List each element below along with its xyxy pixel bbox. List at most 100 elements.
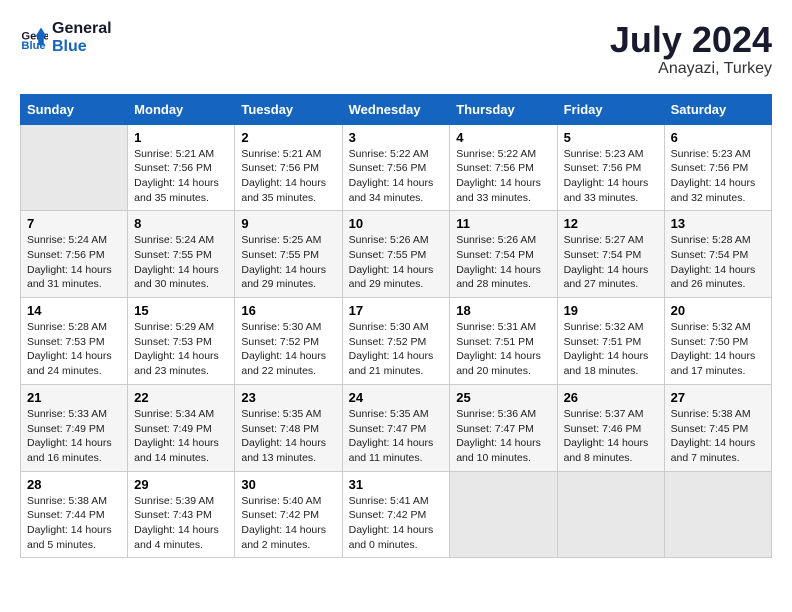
calendar-cell: 31Sunrise: 5:41 AMSunset: 7:42 PMDayligh… [342, 471, 450, 558]
cell-info: Sunrise: 5:21 AMSunset: 7:56 PMDaylight:… [241, 147, 335, 206]
day-number: 16 [241, 303, 335, 318]
day-number: 26 [564, 390, 658, 405]
day-number: 31 [349, 477, 444, 492]
calendar-cell: 12Sunrise: 5:27 AMSunset: 7:54 PMDayligh… [557, 211, 664, 298]
header-saturday: Saturday [664, 94, 771, 124]
week-row-2: 7 Sunrise: 5:24 AMSunset: 7:56 PMDaylight… [21, 211, 772, 298]
header-monday: Monday [128, 94, 235, 124]
day-number: 10 [349, 216, 444, 231]
day-number: 18 [456, 303, 550, 318]
cell-info: Sunrise: 5:21 AMSunset: 7:56 PMDaylight:… [134, 147, 228, 206]
calendar-cell: 22Sunrise: 5:34 AMSunset: 7:49 PMDayligh… [128, 384, 235, 471]
cell-info: Sunrise: 5:24 AMSunset: 7:56 PMDaylight:… [27, 233, 121, 292]
cell-info: Sunrise: 5:28 AMSunset: 7:54 PMDaylight:… [671, 233, 765, 292]
page-header: General Blue General Blue July 2024 Anay… [20, 20, 772, 78]
logo-blue: Blue [52, 38, 112, 56]
calendar-cell: 15 Sunrise: 5:29 AMSunset: 7:53 PMDayligh… [128, 298, 235, 385]
week-row-1: 1 Sunrise: 5:21 AMSunset: 7:56 PMDaylight… [21, 124, 772, 211]
calendar-cell [664, 471, 771, 558]
day-number: 4 [456, 130, 550, 145]
cell-info: Sunrise: 5:35 AMSunset: 7:47 PMDaylight:… [349, 407, 444, 466]
cell-info: Sunrise: 5:22 AMSunset: 7:56 PMDaylight:… [349, 147, 444, 206]
day-number: 23 [241, 390, 335, 405]
calendar-cell: 9Sunrise: 5:25 AMSunset: 7:55 PMDaylight… [235, 211, 342, 298]
day-number: 1 [134, 130, 228, 145]
day-number: 30 [241, 477, 335, 492]
calendar-cell [21, 124, 128, 211]
logo-general: General [52, 20, 112, 38]
cell-info: Sunrise: 5:38 AMSunset: 7:44 PMDaylight:… [27, 494, 121, 553]
week-row-5: 28 Sunrise: 5:38 AMSunset: 7:44 PMDayligh… [21, 471, 772, 558]
calendar-cell: 4 Sunrise: 5:22 AMSunset: 7:56 PMDaylight… [450, 124, 557, 211]
header-thursday: Thursday [450, 94, 557, 124]
header-tuesday: Tuesday [235, 94, 342, 124]
day-number: 13 [671, 216, 765, 231]
calendar-cell: 11 Sunrise: 5:26 AMSunset: 7:54 PMDayligh… [450, 211, 557, 298]
cell-info: Sunrise: 5:23 AMSunset: 7:56 PMDaylight:… [564, 147, 658, 206]
header-wednesday: Wednesday [342, 94, 450, 124]
cell-info: Sunrise: 5:38 AMSunset: 7:45 PMDaylight:… [671, 407, 765, 466]
cell-info: Sunrise: 5:30 AMSunset: 7:52 PMDaylight:… [241, 320, 335, 379]
title-section: July 2024 Anayazi, Turkey [610, 20, 772, 78]
cell-info: Sunrise: 5:40 AMSunset: 7:42 PMDaylight:… [241, 494, 335, 553]
header-sunday: Sunday [21, 94, 128, 124]
calendar-cell [450, 471, 557, 558]
week-row-3: 14 Sunrise: 5:28 AMSunset: 7:53 PMDayligh… [21, 298, 772, 385]
week-row-4: 21 Sunrise: 5:33 AMSunset: 7:49 PMDayligh… [21, 384, 772, 471]
cell-info: Sunrise: 5:29 AMSunset: 7:53 PMDaylight:… [134, 320, 228, 379]
day-number: 11 [456, 216, 550, 231]
calendar-cell: 28 Sunrise: 5:38 AMSunset: 7:44 PMDayligh… [21, 471, 128, 558]
logo: General Blue General Blue [20, 20, 112, 55]
day-number: 14 [27, 303, 121, 318]
day-number: 12 [564, 216, 658, 231]
cell-info: Sunrise: 5:32 AMSunset: 7:50 PMDaylight:… [671, 320, 765, 379]
cell-info: Sunrise: 5:35 AMSunset: 7:48 PMDaylight:… [241, 407, 335, 466]
calendar-cell: 20Sunrise: 5:32 AMSunset: 7:50 PMDayligh… [664, 298, 771, 385]
header-friday: Friday [557, 94, 664, 124]
cell-info: Sunrise: 5:32 AMSunset: 7:51 PMDaylight:… [564, 320, 658, 379]
calendar-cell: 19Sunrise: 5:32 AMSunset: 7:51 PMDayligh… [557, 298, 664, 385]
cell-info: Sunrise: 5:26 AMSunset: 7:55 PMDaylight:… [349, 233, 444, 292]
calendar-cell: 6Sunrise: 5:23 AMSunset: 7:56 PMDaylight… [664, 124, 771, 211]
day-number: 7 [27, 216, 121, 231]
calendar-cell: 23 Sunrise: 5:35 AMSunset: 7:48 PMDayligh… [235, 384, 342, 471]
calendar-cell: 27 Sunrise: 5:38 AMSunset: 7:45 PMDayligh… [664, 384, 771, 471]
cell-info: Sunrise: 5:39 AMSunset: 7:43 PMDaylight:… [134, 494, 228, 553]
calendar-cell: 14 Sunrise: 5:28 AMSunset: 7:53 PMDayligh… [21, 298, 128, 385]
day-number: 27 [671, 390, 765, 405]
calendar-cell: 16 Sunrise: 5:30 AMSunset: 7:52 PMDayligh… [235, 298, 342, 385]
day-number: 15 [134, 303, 228, 318]
calendar-cell: 26 Sunrise: 5:37 AMSunset: 7:46 PMDayligh… [557, 384, 664, 471]
day-number: 28 [27, 477, 121, 492]
cell-info: Sunrise: 5:30 AMSunset: 7:52 PMDaylight:… [349, 320, 444, 379]
day-number: 25 [456, 390, 550, 405]
calendar-cell: 29 Sunrise: 5:39 AMSunset: 7:43 PMDayligh… [128, 471, 235, 558]
location: Anayazi, Turkey [610, 60, 772, 78]
calendar-cell: 10 Sunrise: 5:26 AMSunset: 7:55 PMDayligh… [342, 211, 450, 298]
day-number: 2 [241, 130, 335, 145]
day-number: 29 [134, 477, 228, 492]
calendar-table: SundayMondayTuesdayWednesdayThursdayFrid… [20, 94, 772, 559]
cell-info: Sunrise: 5:31 AMSunset: 7:51 PMDaylight:… [456, 320, 550, 379]
cell-info: Sunrise: 5:33 AMSunset: 7:49 PMDaylight:… [27, 407, 121, 466]
cell-info: Sunrise: 5:22 AMSunset: 7:56 PMDaylight:… [456, 147, 550, 206]
cell-info: Sunrise: 5:37 AMSunset: 7:46 PMDaylight:… [564, 407, 658, 466]
cell-info: Sunrise: 5:28 AMSunset: 7:53 PMDaylight:… [27, 320, 121, 379]
calendar-cell [557, 471, 664, 558]
logo-icon: General Blue [20, 24, 48, 52]
day-number: 21 [27, 390, 121, 405]
cell-info: Sunrise: 5:26 AMSunset: 7:54 PMDaylight:… [456, 233, 550, 292]
cell-info: Sunrise: 5:24 AMSunset: 7:55 PMDaylight:… [134, 233, 228, 292]
day-number: 22 [134, 390, 228, 405]
cell-info: Sunrise: 5:25 AMSunset: 7:55 PMDaylight:… [241, 233, 335, 292]
month-title: July 2024 [610, 20, 772, 60]
day-number: 24 [349, 390, 444, 405]
calendar-cell: 13 Sunrise: 5:28 AMSunset: 7:54 PMDayligh… [664, 211, 771, 298]
cell-info: Sunrise: 5:36 AMSunset: 7:47 PMDaylight:… [456, 407, 550, 466]
cell-info: Sunrise: 5:23 AMSunset: 7:56 PMDaylight:… [671, 147, 765, 206]
calendar-cell: 3Sunrise: 5:22 AMSunset: 7:56 PMDaylight… [342, 124, 450, 211]
calendar-cell: 30 Sunrise: 5:40 AMSunset: 7:42 PMDayligh… [235, 471, 342, 558]
calendar-cell: 5Sunrise: 5:23 AMSunset: 7:56 PMDaylight… [557, 124, 664, 211]
calendar-cell: 21 Sunrise: 5:33 AMSunset: 7:49 PMDayligh… [21, 384, 128, 471]
calendar-cell: 24 Sunrise: 5:35 AMSunset: 7:47 PMDayligh… [342, 384, 450, 471]
